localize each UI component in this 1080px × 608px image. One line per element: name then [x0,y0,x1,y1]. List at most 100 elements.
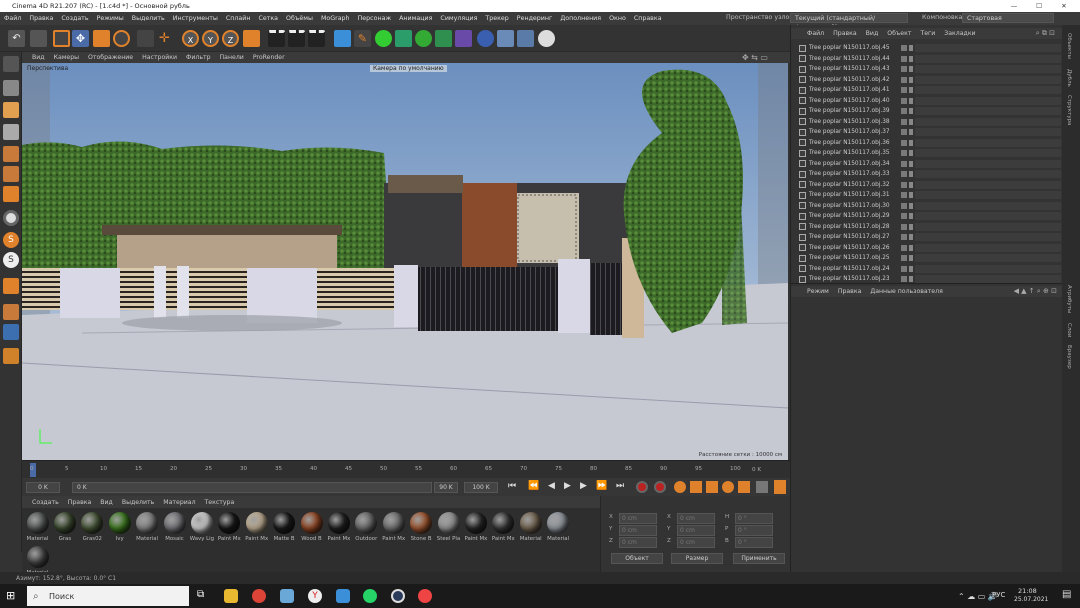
move-tool-icon[interactable]: ✥ [72,30,89,47]
tab-structure[interactable]: Структура [1066,95,1072,125]
viewport-menu-view[interactable]: Вид [32,54,45,61]
material-swatch[interactable]: Wavy Lig [189,512,214,542]
viewport-3d[interactable]: Перспектива Камера по умолчанию Расстоян… [22,63,788,460]
menu-spline[interactable]: Сплайн [226,15,251,22]
taskbar-search[interactable]: ⌕ Поиск [27,586,189,606]
object-row[interactable]: Tree poplar N150117.obj.35 [799,148,1061,159]
menu-help[interactable]: Справка [634,15,662,22]
scale-tool-icon[interactable] [93,30,110,47]
rotate-tool-icon[interactable] [113,30,130,47]
material-swatch[interactable]: Stone B [409,512,434,542]
object-row[interactable]: Tree poplar N150117.obj.33 [799,169,1061,180]
tab-takes[interactable]: Дубль [1066,69,1072,87]
viewport-menu-display[interactable]: Отображение [88,54,133,61]
material-swatch[interactable]: Ivy [107,512,132,542]
minimize-button[interactable]: — [1005,0,1023,12]
visibility-dots[interactable] [909,45,913,52]
maximize-button[interactable]: ☐ [1030,0,1048,12]
material-swatch[interactable]: Matte B [272,512,297,542]
z-axis-lock-icon[interactable]: Z [222,30,239,47]
render-settings-icon[interactable] [308,30,325,47]
attribute-menu-mode[interactable]: Режим [807,288,829,295]
tweak-mode-icon[interactable] [3,304,19,320]
visibility-dots[interactable] [909,244,913,251]
close-button[interactable]: ✕ [1055,0,1073,12]
coord-value-field[interactable]: 0 cm [677,525,715,536]
camera-icon[interactable] [517,30,534,47]
menu-file[interactable]: Файл [4,15,21,22]
texture-mode-icon[interactable] [3,102,19,118]
viewport-nav-icon[interactable]: ✥ ⇆ ▭ [742,53,768,62]
go-start-icon[interactable]: ⏮ [508,481,516,491]
timeline-window-icon[interactable] [774,480,786,494]
layer-toggle[interactable] [901,118,907,125]
object-row[interactable]: Tree poplar N150117.obj.37 [799,127,1061,138]
object-row[interactable]: Tree poplar N150117.obj.41 [799,85,1061,96]
object-row[interactable]: Tree poplar N150117.obj.25 [799,253,1061,264]
menu-tracker[interactable]: Трекер [485,15,508,22]
attribute-menu-edit[interactable]: Правка [838,288,862,295]
object-menu-bookmarks[interactable]: Закладки [944,30,975,37]
prev-key-icon[interactable]: ⏪ [528,481,539,491]
render-picture-viewer-icon[interactable] [288,30,305,47]
file-explorer-icon[interactable] [224,589,238,603]
apply-button[interactable]: Применить [733,553,785,564]
undo-icon[interactable]: ↶ [8,30,25,47]
polygons-mode-icon[interactable] [3,186,19,202]
object-row[interactable]: Tree poplar N150117.obj.39 [799,106,1061,117]
object-row[interactable]: Tree poplar N150117.obj.42 [799,75,1061,86]
timeline-ruler[interactable]: 0 5 10 15 20 25 30 35 40 45 50 55 60 65 … [22,460,790,478]
layer-toggle[interactable] [901,223,907,230]
menu-animation[interactable]: Анимация [399,15,432,22]
menu-create[interactable]: Создать [61,15,88,22]
layer-toggle[interactable] [901,192,907,199]
attribute-nav-icons[interactable]: ◀ ▲ ↑ ⌕ ⊕ ⊡ [1014,287,1057,296]
visibility-dots[interactable] [909,202,913,209]
record-icon[interactable] [636,481,648,493]
material-swatch[interactable]: Paint Mx [463,512,488,542]
layer-toggle[interactable] [901,66,907,73]
material-swatch[interactable]: Material [135,512,160,542]
material-menu-edit[interactable]: Правка [68,499,92,506]
visibility-dots[interactable] [909,265,913,272]
y-axis-lock-icon[interactable]: Y [202,30,219,47]
solo-off-icon[interactable]: S [3,252,19,268]
material-menu-create[interactable]: Создать [32,499,59,506]
cloner-icon[interactable] [415,30,432,47]
viewport-menu-options[interactable]: Настройки [142,54,177,61]
clock-date[interactable]: 25.07.2021 [1014,596,1048,603]
yandex-browser-icon[interactable]: Y [308,589,322,603]
visibility-dots[interactable] [909,108,913,115]
visibility-dots[interactable] [909,76,913,83]
object-row[interactable]: Tree poplar N150117.obj.31 [799,190,1061,201]
key-mode-icon[interactable] [674,481,686,493]
task-view-icon[interactable]: ⧉ [197,589,204,600]
material-menu-material[interactable]: Материал [163,499,195,506]
coordinate-system-icon[interactable] [243,30,260,47]
subdivision-surface-icon[interactable] [375,30,392,47]
notepad-icon[interactable] [280,589,294,603]
snap-icon[interactable] [3,210,19,226]
chrome-icon[interactable] [252,589,266,603]
tab-browser[interactable]: Браузер [1066,345,1072,369]
material-menu-texture[interactable]: Текстура [205,499,235,506]
object-row[interactable]: Tree poplar N150117.obj.45 [799,43,1061,54]
viewport-menu-cameras[interactable]: Камеры [54,54,79,61]
search-icon[interactable]: ⌕ ⧉ ⊡ [1036,29,1055,38]
model-mode-icon[interactable] [3,80,19,96]
visibility-dots[interactable] [909,213,913,220]
menu-character[interactable]: Персонаж [358,15,392,22]
viewport-menu-panel[interactable]: Панели [220,54,244,61]
object-row[interactable]: Tree poplar N150117.obj.36 [799,138,1061,149]
grid-lock-icon[interactable] [3,324,19,340]
visibility-dots[interactable] [909,181,913,188]
layer-toggle[interactable] [901,160,907,167]
current-frame-field[interactable]: 0 K [26,482,60,493]
viewport-menu-prorender[interactable]: ProRender [253,54,285,61]
play-icon[interactable]: ▶ [564,481,571,491]
object-row[interactable]: Tree poplar N150117.obj.32 [799,180,1061,191]
key-param-icon[interactable] [738,481,750,493]
object-menu-view[interactable]: Вид [866,30,879,37]
render-view-icon[interactable] [268,30,285,47]
object-row[interactable]: Tree poplar N150117.obj.30 [799,201,1061,212]
